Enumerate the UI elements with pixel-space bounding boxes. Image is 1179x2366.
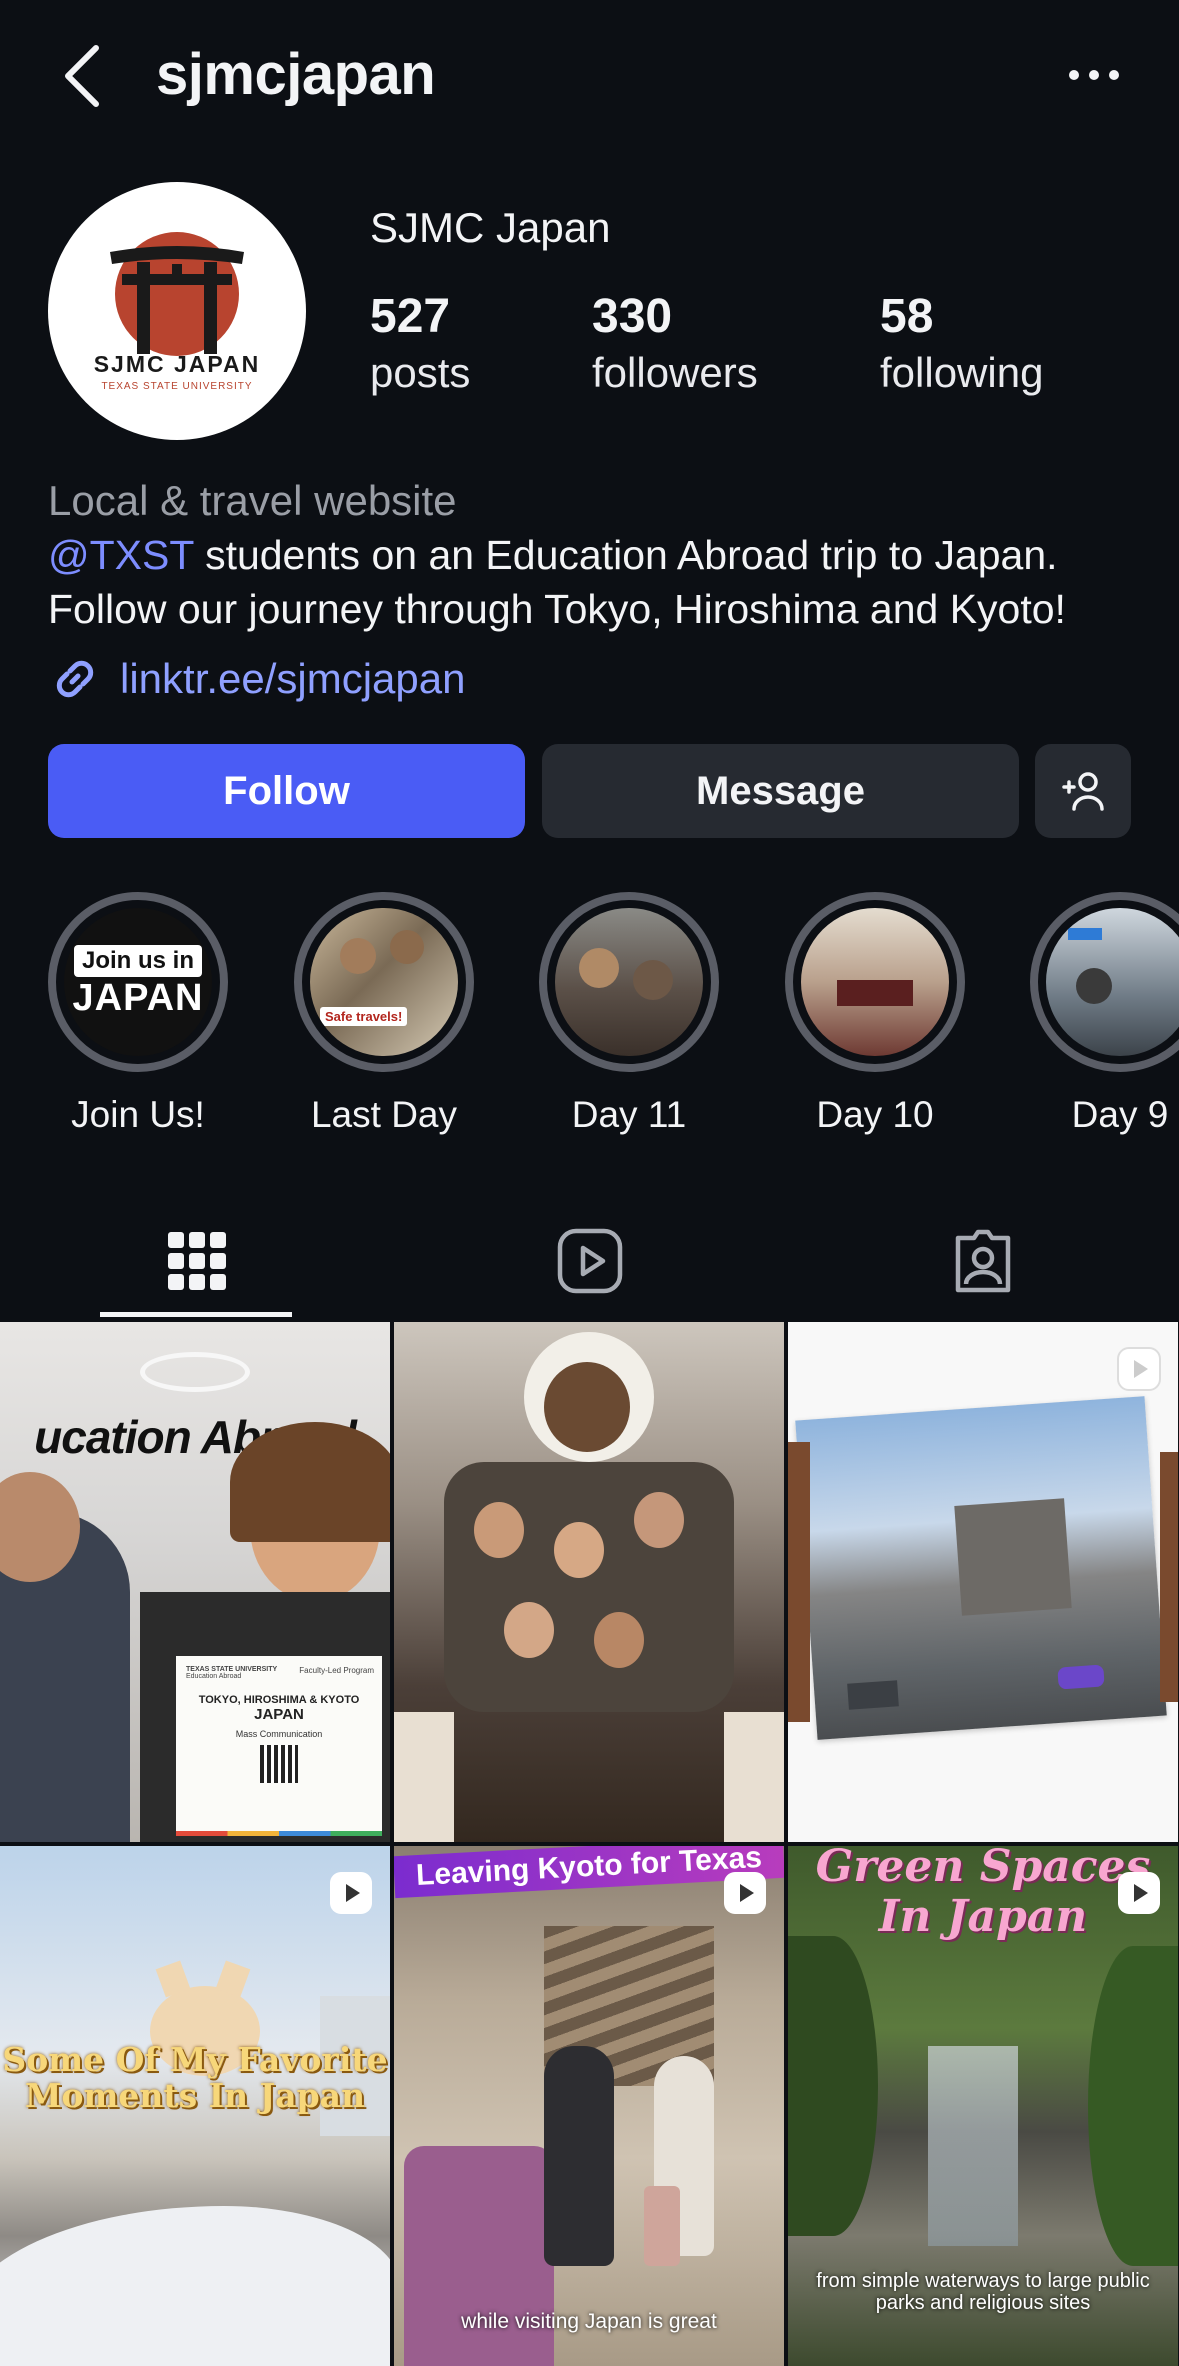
follow-button[interactable]: Follow bbox=[48, 744, 525, 838]
stat-followers-value: 330 bbox=[592, 290, 673, 343]
bio: @TXST students on an Education Abroad tr… bbox=[48, 528, 1158, 636]
profile-category: Local & travel website bbox=[48, 477, 457, 524]
avatar-text-sub: TEXAS STATE UNIVERSITY bbox=[101, 381, 252, 392]
stat-followers-label: followers bbox=[592, 349, 758, 396]
add-user-icon bbox=[1062, 772, 1104, 811]
add-user-button[interactable] bbox=[1035, 744, 1131, 838]
stat-posts-label: posts bbox=[370, 349, 471, 396]
post-tile[interactable] bbox=[394, 1322, 784, 1842]
torii-logo: SJMC JAPAN TEXAS STATE UNIVERSITY bbox=[94, 232, 261, 392]
post-tile[interactable]: ucation Abroad TEXAS STATE UNIVERSITY Ed… bbox=[0, 1322, 390, 1842]
reels-badge-icon bbox=[724, 1872, 766, 1914]
sign-cities: TOKYO, HIROSHIMA & KYOTO bbox=[198, 1694, 360, 1706]
post-tile[interactable]: Green Spaces In Japan from simple waterw… bbox=[788, 1846, 1178, 2366]
link-icon bbox=[56, 660, 94, 698]
highlight-join-us[interactable]: Join us in JAPAN Join Us! bbox=[40, 892, 236, 1140]
highlight-label: Last Day bbox=[310, 1094, 457, 1135]
more-options-button[interactable] bbox=[1068, 50, 1120, 100]
stat-following-value: 58 bbox=[880, 290, 934, 343]
tab-posts-grid[interactable] bbox=[0, 1206, 394, 1316]
highlight-pic-text-2: JAPAN bbox=[72, 976, 204, 1019]
highlight-label: Day 11 bbox=[571, 1094, 687, 1135]
sign-major: Mass Communication bbox=[235, 1729, 323, 1739]
post-caption-text: from simple waterways to large public pa… bbox=[816, 2270, 1150, 2314]
chevron-left-icon bbox=[65, 45, 99, 107]
highlight-day-10[interactable]: Day 10 bbox=[777, 892, 973, 1140]
profile-link-text[interactable]: linktr.ee/sjmcjapan bbox=[120, 655, 466, 703]
post-overlay-text: Some Of My Favorite Moments In Japan bbox=[2, 2040, 388, 2115]
post-tile[interactable]: Some Of My Favorite Moments In Japan bbox=[0, 1846, 390, 2366]
tagged-icon bbox=[955, 1229, 1011, 1293]
stat-following-label: following bbox=[880, 349, 1044, 396]
tab-active-indicator bbox=[100, 1312, 292, 1317]
grid-icon bbox=[168, 1232, 226, 1290]
stat-following[interactable]: 58 following bbox=[880, 288, 1043, 400]
highlight-label: Day 10 bbox=[816, 1094, 934, 1135]
highlight-label: Join Us! bbox=[71, 1094, 205, 1135]
avatar[interactable]: SJMC JAPAN TEXAS STATE UNIVERSITY bbox=[48, 182, 306, 440]
post-tile[interactable]: Leaving Kyoto for Texas while visiting J… bbox=[394, 1846, 784, 2366]
stat-followers[interactable]: 330 followers bbox=[592, 288, 758, 400]
highlight-pic-text-1: Join us in bbox=[73, 944, 202, 977]
highlight-day-11[interactable]: Day 11 bbox=[531, 892, 727, 1140]
bio-text: students on an Education Abroad trip to … bbox=[48, 532, 1066, 632]
reels-icon bbox=[557, 1228, 623, 1294]
sign-program: Faculty-Led Program bbox=[299, 1666, 374, 1675]
stat-posts-value: 527 bbox=[370, 290, 451, 343]
highlight-pic-text-1: Safe travels! bbox=[320, 1007, 408, 1026]
message-button[interactable]: Message bbox=[542, 744, 1019, 838]
reels-badge-icon bbox=[1118, 1872, 1160, 1914]
tab-tagged[interactable] bbox=[786, 1206, 1179, 1316]
display-name: SJMC Japan bbox=[370, 204, 611, 251]
stat-posts[interactable]: 527 posts bbox=[370, 288, 470, 400]
sign-japan: JAPAN bbox=[254, 1706, 304, 1723]
bio-mention-link[interactable]: @TXST bbox=[48, 532, 194, 578]
avatar-text-main: SJMC JAPAN bbox=[94, 351, 261, 377]
profile-username: sjmcjapan bbox=[156, 42, 436, 107]
profile-link[interactable]: linktr.ee/sjmcjapan bbox=[48, 650, 466, 708]
tab-reels[interactable] bbox=[393, 1206, 787, 1316]
reels-badge-icon bbox=[1117, 1347, 1161, 1391]
highlight-day-9[interactable]: Day 9 bbox=[1022, 892, 1179, 1140]
post-tile[interactable] bbox=[788, 1322, 1178, 1842]
reels-badge-icon bbox=[330, 1872, 372, 1914]
more-horizontal-icon bbox=[1069, 70, 1119, 80]
back-button[interactable] bbox=[56, 40, 112, 110]
highlight-last-day[interactable]: Safe travels! Last Day bbox=[286, 892, 482, 1140]
post-caption-text: while visiting Japan is great bbox=[461, 2310, 717, 2333]
highlight-label: Day 9 bbox=[1071, 1094, 1169, 1135]
